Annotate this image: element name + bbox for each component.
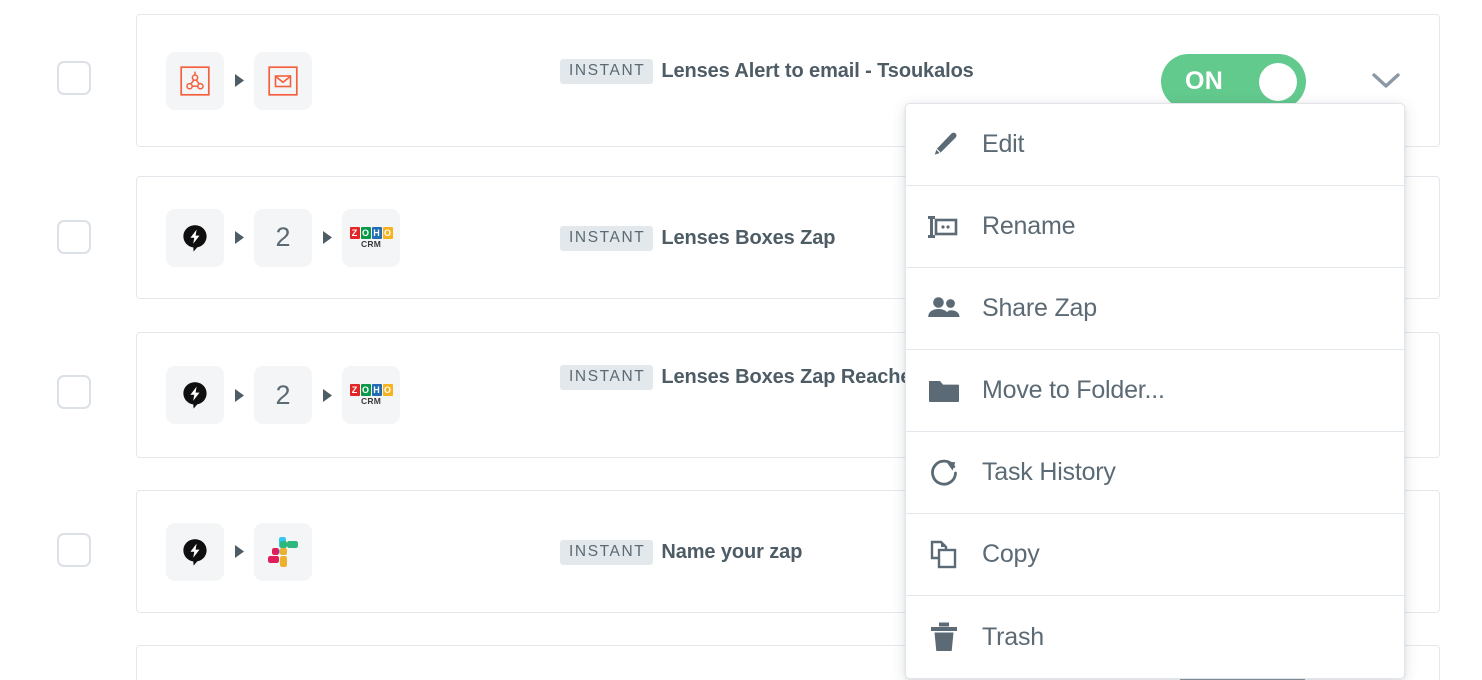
toggle-knob xyxy=(1259,62,1297,101)
menu-item-label: Edit xyxy=(982,130,1025,158)
menu-item-edit[interactable]: Edit xyxy=(906,104,1404,186)
refresh-icon xyxy=(906,457,982,489)
slack-icon xyxy=(268,536,298,567)
row-checkbox[interactable] xyxy=(57,61,91,95)
app-tile[interactable]: Z O H O CRM xyxy=(342,208,400,267)
status-badge: INSTANT xyxy=(560,365,654,390)
zap-title[interactable]: Lenses Boxes Zap Reached xyxy=(661,366,923,388)
webhooks-icon xyxy=(180,65,210,96)
chain-arrow-icon xyxy=(224,544,254,559)
zapier-icon xyxy=(183,538,207,566)
zap-title[interactable]: Lenses Boxes Zap xyxy=(661,227,835,249)
zoho-letter: O xyxy=(382,226,393,239)
row-checkbox[interactable] xyxy=(57,533,91,567)
zoho-crm-icon: Z O H O CRM xyxy=(349,226,393,249)
menu-item-share-zap[interactable]: Share Zap xyxy=(906,268,1404,350)
zap-title[interactable]: Name your zap xyxy=(661,541,802,563)
menu-item-label: Task History xyxy=(982,458,1116,486)
step-count-label: 2 xyxy=(275,222,291,252)
row-menu-caret-button[interactable] xyxy=(1366,61,1406,101)
chain-arrow-icon xyxy=(224,73,254,88)
menu-item-rename[interactable]: Rename xyxy=(906,186,1404,268)
zap-toggle[interactable]: ON xyxy=(1161,54,1306,109)
app-tile[interactable]: Z O H O CRM xyxy=(342,366,400,424)
menu-item-task-history[interactable]: Task History xyxy=(906,432,1404,514)
zoho-letter: O xyxy=(382,384,393,397)
chain-arrow-icon xyxy=(312,230,342,245)
menu-item-label: Copy xyxy=(982,540,1040,568)
row-checkbox[interactable] xyxy=(57,220,91,254)
app-tile[interactable] xyxy=(166,208,224,267)
zoho-letter: O xyxy=(360,226,371,239)
toggle-label: ON xyxy=(1185,67,1224,95)
row-checkbox[interactable] xyxy=(57,375,91,409)
menu-item-label: Trash xyxy=(982,622,1044,651)
zoho-letter: H xyxy=(371,384,382,397)
zoho-letters: Z O H O xyxy=(349,226,393,239)
step-count-tile[interactable]: 2 xyxy=(254,208,312,267)
chain-arrow-icon xyxy=(312,388,342,403)
zapier-icon xyxy=(183,382,207,409)
zapier-icon xyxy=(183,224,207,252)
zoho-crm-icon: Z O H O CRM xyxy=(349,384,393,406)
step-count-label: 2 xyxy=(275,379,291,410)
people-icon xyxy=(906,294,982,324)
app-tile[interactable] xyxy=(166,522,224,581)
menu-item-copy[interactable]: Copy xyxy=(906,514,1404,596)
zoho-letters: Z O H O xyxy=(349,384,393,397)
rename-icon xyxy=(906,211,982,243)
zap-list-screen: INSTANT Lenses Alert to email - Tsoukalos… xyxy=(0,0,1482,680)
menu-item-label: Move to Folder... xyxy=(982,376,1165,404)
status-badge: INSTANT xyxy=(560,226,654,251)
app-tile[interactable] xyxy=(254,51,312,110)
zoho-crm-label: CRM xyxy=(361,396,381,407)
folder-icon xyxy=(906,377,982,405)
chain-arrow-icon xyxy=(224,230,254,245)
chain-arrow-icon xyxy=(224,388,254,403)
zap-step-chain xyxy=(166,522,312,581)
zap-step-chain: 2 Z O H O CRM xyxy=(166,366,400,424)
status-badge: INSTANT xyxy=(560,59,654,84)
zap-step-chain: 2 Z O H O CRM xyxy=(166,208,400,267)
menu-item-trash[interactable]: Trash xyxy=(906,596,1404,678)
trash-icon xyxy=(906,621,982,653)
zap-context-menu: Edit Rename Share Zap Move to Folder... … xyxy=(905,103,1405,679)
zoho-letter: O xyxy=(360,384,371,397)
copy-icon xyxy=(906,539,982,571)
zap-title[interactable]: Lenses Alert to email - Tsoukalos xyxy=(661,60,973,82)
app-tile[interactable] xyxy=(166,51,224,110)
zoho-crm-label: CRM xyxy=(361,238,381,249)
menu-item-label: Rename xyxy=(982,212,1076,240)
step-count-tile[interactable]: 2 xyxy=(254,366,312,424)
app-tile[interactable] xyxy=(166,366,224,424)
zoho-letter: Z xyxy=(349,384,360,397)
zap-step-chain xyxy=(166,51,312,110)
menu-item-label: Share Zap xyxy=(982,294,1097,322)
app-tile[interactable] xyxy=(254,522,312,581)
zoho-letter: Z xyxy=(349,226,360,239)
email-icon xyxy=(268,65,298,96)
zoho-letter: H xyxy=(371,226,382,239)
chevron-down-icon xyxy=(1372,73,1400,88)
pencil-icon xyxy=(906,129,982,161)
zap-title-block: INSTANT Lenses Alert to email - Tsoukalos xyxy=(560,53,1030,89)
status-badge: INSTANT xyxy=(560,540,654,565)
menu-item-move-to-folder[interactable]: Move to Folder... xyxy=(906,350,1404,432)
